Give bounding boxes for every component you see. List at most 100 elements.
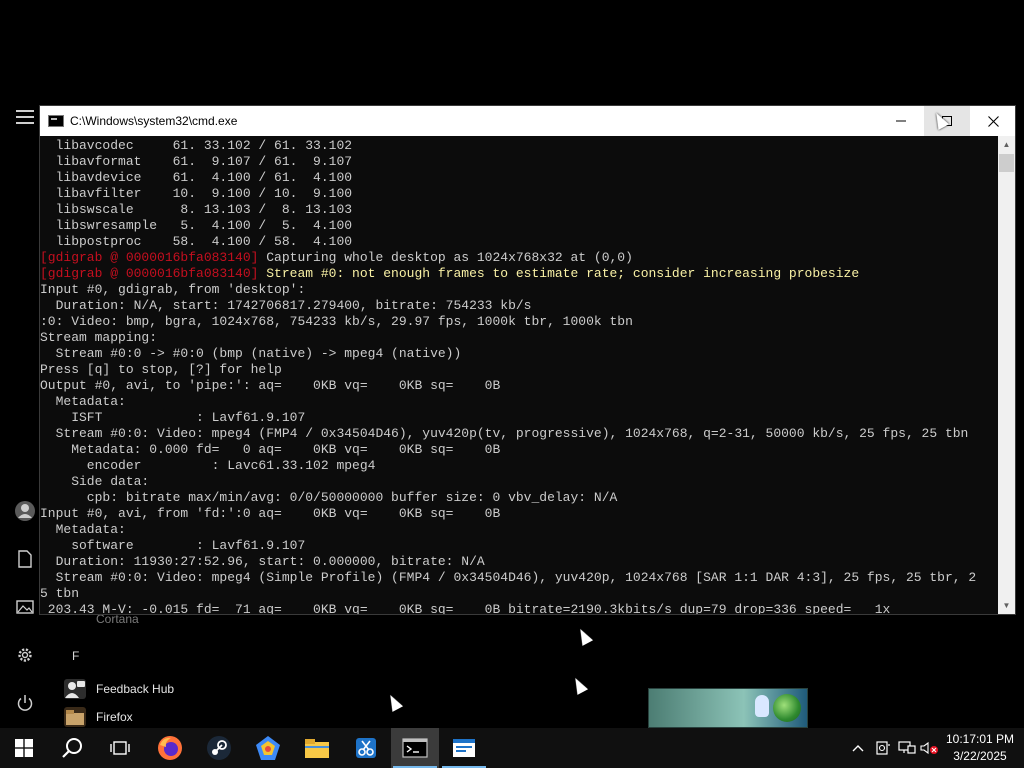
- app-item-firefox[interactable]: Firefox: [64, 705, 133, 729]
- log-text: Stream #0:0: Video: mpeg4 (Simple Profil…: [40, 570, 977, 585]
- clock-date: 3/22/2025: [953, 749, 1007, 763]
- console-line: libpostproc 58. 4.100 / 58. 4.100: [40, 234, 998, 250]
- close-icon: [987, 115, 999, 127]
- search-icon: [62, 738, 82, 758]
- console-line: Side data:: [40, 474, 998, 490]
- live-tile-thumbnail[interactable]: [648, 688, 808, 728]
- log-text: Metadata:: [40, 522, 126, 537]
- log-text: Stream #0:0: Video: mpeg4 (FMP4 / 0x3450…: [40, 426, 969, 441]
- console-line: [gdigrab @ 0000016bfa083140] Stream #0: …: [40, 266, 998, 282]
- taskbar-clock[interactable]: 10:17:01 PM 3/22/2025: [942, 731, 1018, 765]
- tray-volume-button[interactable]: [919, 728, 941, 768]
- taskbar-window[interactable]: [440, 728, 488, 768]
- console-output[interactable]: libavcodec 61. 33.102 / 61. 33.102 libav…: [40, 136, 998, 614]
- log-text: encoder : Lavc61.33.102 mpeg4: [40, 458, 376, 473]
- window-title: C:\Windows\system32\cmd.exe: [70, 114, 238, 128]
- log-tag: [gdigrab @ 0000016bfa083140]: [40, 250, 259, 265]
- folder-icon: [305, 739, 329, 758]
- log-text: Input #0, gdigrab, from 'desktop':: [40, 282, 306, 297]
- log-text: libavdevice 61. 4.100 / 61. 4.100: [40, 170, 353, 185]
- scroll-up-arrow-icon[interactable]: ▲: [998, 136, 1015, 153]
- command-prompt-window[interactable]: C:\Windows\system32\cmd.exe libavcodec 6…: [39, 105, 1016, 615]
- app-label: Feedback Hub: [96, 682, 175, 696]
- log-text: Capturing whole desktop as 1024x768x32 a…: [258, 250, 633, 265]
- console-line: libswscale 8. 13.103 / 8. 13.103: [40, 202, 998, 218]
- console-line: Metadata:: [40, 522, 998, 538]
- log-text: Duration: N/A, start: 1742706817.279400,…: [40, 298, 532, 313]
- task-view-icon: [110, 741, 130, 755]
- lightbulb-icon: [755, 695, 769, 717]
- steam-icon: [207, 736, 231, 760]
- scroll-down-arrow-icon[interactable]: ▼: [998, 597, 1015, 614]
- console-line: 5 tbn: [40, 586, 998, 602]
- snip-icon: [356, 738, 376, 758]
- hamburger-menu-icon[interactable]: [12, 104, 38, 130]
- clock-time: 10:17:01 PM: [945, 732, 1015, 746]
- tray-camera-button[interactable]: [873, 728, 893, 768]
- log-text: ISFT : Lavf61.9.107: [40, 410, 306, 425]
- log-text: Side data:: [40, 474, 150, 489]
- close-button[interactable]: [970, 106, 1016, 136]
- command-prompt-icon: [402, 738, 428, 758]
- taskbar-steam[interactable]: [195, 728, 243, 768]
- show-hidden-icons-button[interactable]: [848, 728, 868, 768]
- start-button[interactable]: [0, 728, 48, 768]
- console-text: libavcodec 61. 33.102 / 61. 33.102 libav…: [40, 136, 998, 614]
- chevron-up-icon: [852, 745, 864, 752]
- app-item-feedback-hub[interactable]: Feedback Hub: [64, 677, 174, 701]
- log-text: Metadata: 0.000 fd= 0 aq= 0KB vq= 0KB sq…: [40, 442, 501, 457]
- console-line: 203.43 M-V: -0.015 fd= 71 aq= 0KB vq= 0K…: [40, 602, 998, 614]
- log-text: libavfilter 10. 9.100 / 10. 9.100: [40, 186, 353, 201]
- console-line: libavcodec 61. 33.102 / 61. 33.102: [40, 138, 998, 154]
- tray-network-button[interactable]: [897, 728, 917, 768]
- console-line: software : Lavf61.9.107: [40, 538, 998, 554]
- minimize-icon: [896, 120, 906, 122]
- console-line: encoder : Lavc61.33.102 mpeg4: [40, 458, 998, 474]
- log-warning: Stream #0: not enough frames to estimate…: [258, 266, 860, 281]
- task-view-button[interactable]: [96, 728, 144, 768]
- taskbar-command-prompt[interactable]: [391, 728, 439, 768]
- log-text: software : Lavf61.9.107: [40, 538, 306, 553]
- desktop: Cortana F Feedback Hub Firefox C:\Window…: [0, 0, 1024, 728]
- console-line: Input #0, gdigrab, from 'desktop':: [40, 282, 998, 298]
- settings-gear-icon[interactable]: [12, 642, 38, 668]
- console-line: libavdevice 61. 4.100 / 61. 4.100: [40, 170, 998, 186]
- console-line: Output #0, avi, to 'pipe:': aq= 0KB vq= …: [40, 378, 998, 394]
- console-line: Stream #0:0: Video: mpeg4 (Simple Profil…: [40, 570, 998, 586]
- log-text: libswresample 5. 4.100 / 5. 4.100: [40, 218, 353, 233]
- scroll-thumb[interactable]: [999, 154, 1014, 172]
- console-line: Input #0, avi, from 'fd:':0 aq= 0KB vq= …: [40, 506, 998, 522]
- console-line: :0: Video: bmp, bgra, 1024x768, 754233 k…: [40, 314, 998, 330]
- log-text: Output #0, avi, to 'pipe:': aq= 0KB vq= …: [40, 378, 501, 393]
- taskbar-firefox[interactable]: [146, 728, 194, 768]
- console-line: Duration: 11930:27:52.96, start: 0.00000…: [40, 554, 998, 570]
- user-avatar-icon[interactable]: [12, 498, 38, 524]
- search-button[interactable]: [48, 728, 96, 768]
- vertical-scrollbar[interactable]: ▲ ▼: [998, 136, 1015, 614]
- console-line: cpb: bitrate max/min/avg: 0/0/50000000 b…: [40, 490, 998, 506]
- log-text: Metadata:: [40, 394, 126, 409]
- taskbar: 10:17:01 PM 3/22/2025: [0, 728, 1024, 768]
- console-line: Press [q] to stop, [?] for help: [40, 362, 998, 378]
- taskbar-file-explorer[interactable]: [293, 728, 341, 768]
- pictures-icon[interactable]: [12, 594, 38, 620]
- log-text: Input #0, avi, from 'fd:':0 aq= 0KB vq= …: [40, 506, 501, 521]
- console-line: Duration: N/A, start: 1742706817.279400,…: [40, 298, 998, 314]
- camera-icon: [876, 741, 890, 755]
- console-line: libswresample 5. 4.100 / 5. 4.100: [40, 218, 998, 234]
- log-text: 5 tbn: [40, 586, 80, 601]
- section-letter[interactable]: F: [72, 649, 79, 663]
- minimize-button[interactable]: [878, 106, 924, 136]
- globe-icon: [773, 694, 801, 722]
- power-icon[interactable]: [12, 690, 38, 716]
- taskbar-snip[interactable]: [342, 728, 390, 768]
- documents-icon[interactable]: [12, 546, 38, 572]
- log-text: libavcodec 61. 33.102 / 61. 33.102: [40, 138, 353, 153]
- log-text: libpostproc 58. 4.100 / 58. 4.100: [40, 234, 353, 249]
- log-text: Duration: 11930:27:52.96, start: 0.00000…: [40, 554, 485, 569]
- console-line: libavfilter 10. 9.100 / 10. 9.100: [40, 186, 998, 202]
- window-titlebar[interactable]: C:\Windows\system32\cmd.exe: [40, 106, 1015, 136]
- app-pentagon-icon: [256, 736, 280, 760]
- app-label: Firefox: [96, 710, 133, 724]
- taskbar-app[interactable]: [244, 728, 292, 768]
